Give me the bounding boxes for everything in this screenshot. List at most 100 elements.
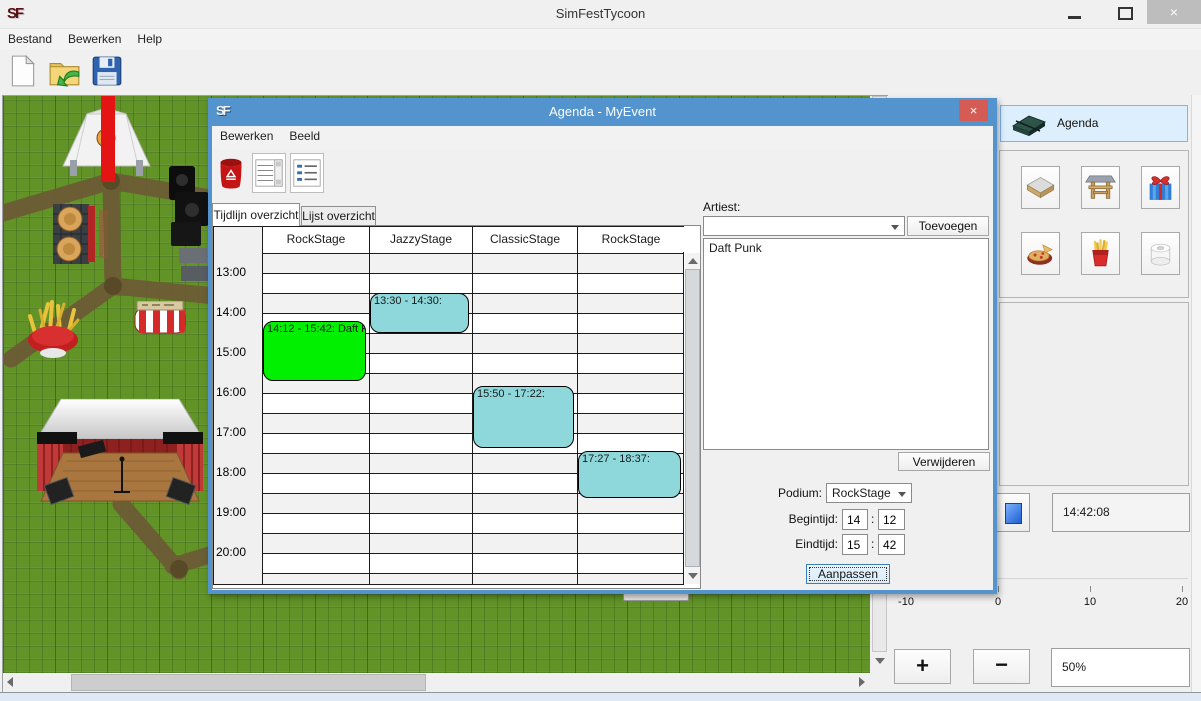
item-button-road-tile[interactable] — [1021, 166, 1060, 209]
podium-label: Podium: — [742, 486, 822, 500]
agenda-button[interactable]: Agenda — [1000, 105, 1188, 142]
info-panel — [999, 302, 1189, 486]
grid-line — [262, 293, 684, 294]
podium-combobox[interactable]: RockStage — [826, 483, 912, 503]
artist-label: Artiest: — [703, 200, 740, 214]
timeline-grid[interactable]: RockStageJazzyStageClassicStageRockStage… — [212, 225, 701, 589]
remove-artist-button[interactable]: Verwijderen — [898, 452, 990, 471]
time-label: 19:00 — [216, 505, 260, 519]
dialog-menu-item-beeld[interactable]: Beeld — [281, 126, 328, 146]
time-separator: : — [871, 537, 874, 551]
zoom-out-button[interactable]: − — [973, 649, 1030, 684]
zoom-level-field[interactable]: 50% — [1051, 648, 1190, 687]
grid-scrollbar-thumb[interactable] — [685, 269, 700, 567]
gate-icon — [1085, 194, 1116, 208]
grid-vertical-scrollbar[interactable] — [685, 253, 700, 584]
window-title: SimFestTycoon — [0, 0, 1201, 28]
fries-stand[interactable] — [26, 298, 82, 362]
end-minute-field[interactable] — [878, 534, 905, 555]
event-label: 14:12 - 15:42: Daft Punk — [264, 322, 365, 336]
slider-tick-label: 10 — [1073, 596, 1107, 608]
tab-list-overview[interactable]: Lijst overzicht — [301, 206, 376, 226]
main-toolbar — [0, 50, 1201, 94]
dialog-close-button[interactable]: × — [959, 100, 988, 121]
dialog-titlebar[interactable]: Agenda - MyEvent — [208, 98, 997, 126]
scroll-left-icon[interactable] — [7, 677, 13, 687]
build-items-panel — [999, 150, 1189, 298]
artist-listbox[interactable]: Daft Punk — [703, 238, 989, 450]
grid-line — [262, 313, 684, 314]
schedule-event-selected[interactable]: 14:12 - 15:42: Daft Punk — [263, 321, 366, 381]
begin-hour-field[interactable] — [842, 509, 868, 530]
main-stage[interactable] — [37, 399, 203, 514]
book-icon — [1007, 108, 1051, 140]
grid-line — [577, 226, 578, 584]
add-artist-button[interactable]: Toevoegen — [907, 216, 989, 236]
item-button-toilet-roll[interactable] — [1141, 232, 1180, 275]
list-panel-icon[interactable] — [252, 153, 286, 193]
schedule-event[interactable]: 13:30 - 14:30: — [370, 293, 469, 333]
menubar: BestandBewerkenHelp — [0, 28, 1201, 50]
pizza-icon — [1025, 260, 1056, 274]
item-button-gate[interactable] — [1081, 166, 1120, 209]
grid-line — [262, 533, 684, 534]
zoom-level-value: 50% — [1062, 660, 1086, 674]
time-gutter — [213, 226, 262, 584]
column-header-rockstage: RockStage — [578, 227, 684, 252]
scroll-up-icon[interactable] — [688, 258, 698, 264]
item-button-fries[interactable] — [1081, 232, 1120, 275]
tab-timeline-overview[interactable]: Tijdlijn overzicht — [212, 203, 300, 226]
apply-button[interactable]: Aanpassen — [806, 564, 890, 584]
grid-row — [262, 273, 684, 293]
dialog-menubar: BewerkenBeeld — [212, 126, 993, 149]
grid-line — [262, 513, 684, 514]
menu-item-bewerken[interactable]: Bewerken — [60, 29, 129, 49]
menu-item-help[interactable]: Help — [129, 29, 170, 49]
pause-button[interactable] — [996, 493, 1030, 532]
save-icon[interactable] — [90, 53, 126, 91]
schedule-event[interactable]: 17:27 - 18:37: — [578, 451, 681, 498]
scroll-down-icon[interactable] — [688, 573, 698, 579]
window-titlebar: SimFestTycoon SF × — [0, 0, 1201, 28]
map-horizontal-scrollbar[interactable] — [3, 673, 870, 693]
maximize-button[interactable] — [1118, 7, 1133, 20]
market-stall[interactable] — [134, 301, 186, 335]
slider-tick — [1090, 586, 1091, 592]
item-button-pizza[interactable] — [1021, 232, 1060, 275]
scroll-right-icon[interactable] — [859, 677, 865, 687]
open-folder-icon[interactable] — [48, 53, 84, 91]
artist-list-item[interactable]: Daft Punk — [704, 239, 988, 257]
grid-line — [213, 226, 214, 584]
artist-combobox[interactable] — [703, 216, 905, 236]
trash-icon[interactable] — [214, 153, 248, 193]
schedule-event[interactable]: 15:50 - 17:22: — [473, 386, 574, 447]
gift-icon — [1145, 194, 1176, 208]
time-label: 18:00 — [216, 465, 260, 479]
time-label: 13:00 — [216, 265, 260, 279]
pause-icon — [1005, 503, 1022, 524]
new-document-icon[interactable] — [6, 53, 42, 91]
scroll-down-icon[interactable] — [875, 658, 885, 664]
map-horizontal-scrollbar-thumb[interactable] — [71, 674, 426, 691]
item-button-gift[interactable] — [1141, 166, 1180, 209]
toilet-roll-icon — [1145, 260, 1176, 274]
event-label: 17:27 - 18:37: — [579, 452, 680, 466]
bullet-list-icon[interactable] — [290, 153, 324, 193]
grid-row — [262, 513, 684, 533]
begin-minute-field[interactable] — [878, 509, 905, 530]
grid-row — [262, 253, 684, 273]
end-hour-field[interactable] — [842, 534, 868, 555]
close-button[interactable]: × — [1147, 0, 1201, 24]
zoom-in-button[interactable]: + — [894, 649, 951, 684]
barbecue-stand[interactable] — [47, 204, 109, 266]
dialog-menu-item-bewerken[interactable]: Bewerken — [212, 126, 281, 146]
time-label: 16:00 — [216, 385, 260, 399]
column-header-rockstage: RockStage — [263, 227, 369, 252]
grid-row — [262, 573, 684, 584]
grid-line — [262, 273, 684, 274]
minimize-button[interactable] — [1068, 16, 1081, 19]
speaker-stack[interactable] — [167, 166, 211, 284]
time-separator: : — [871, 512, 874, 526]
grid-line — [262, 226, 263, 584]
menu-item-bestand[interactable]: Bestand — [0, 29, 60, 49]
